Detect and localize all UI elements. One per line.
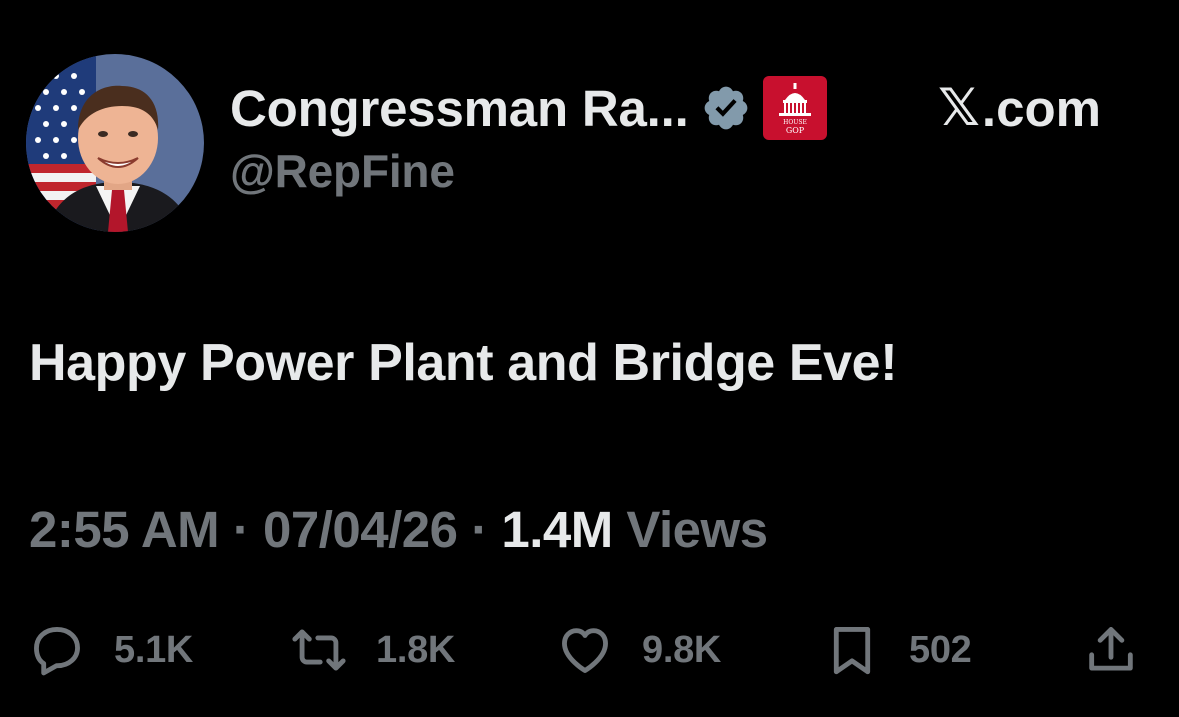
- repost-count: 1.8K: [376, 628, 456, 671]
- x-logo-icon: 𝕏: [938, 78, 980, 138]
- repost-button[interactable]: 1.8K: [290, 620, 455, 680]
- source-domain: .com: [981, 79, 1101, 137]
- reply-button[interactable]: 5.1K: [28, 620, 193, 680]
- tweet-time[interactable]: 2:55 AM: [29, 501, 220, 558]
- reply-count: 5.1K: [114, 628, 194, 671]
- share-icon: [1089, 627, 1133, 671]
- views-label: Views: [612, 501, 768, 558]
- meta-separator: ·: [219, 501, 263, 558]
- like-count: 9.8K: [642, 628, 722, 671]
- heart-icon: [562, 628, 608, 673]
- repost-icon: [292, 629, 346, 671]
- display-name[interactable]: Congressman Ra...: [230, 79, 689, 138]
- action-bar: 5.1K 1.8K 9.8K 502: [28, 620, 1148, 680]
- meta-separator: ·: [457, 501, 502, 558]
- verified-badge-icon[interactable]: [701, 83, 751, 133]
- svg-text:HOUSE: HOUSE: [783, 119, 807, 126]
- tweet-meta: 2:55 AM · 07/04/26 · 1.4M Views: [29, 500, 768, 559]
- name-row: Congressman Ra... HOUSE GOP: [230, 76, 827, 140]
- views-count: 1.4M: [501, 501, 613, 558]
- reply-icon: [34, 627, 80, 676]
- svg-text:GOP: GOP: [785, 126, 804, 135]
- tweet-date[interactable]: 07/04/26: [263, 501, 458, 558]
- bookmark-button[interactable]: 502: [823, 620, 972, 680]
- share-button[interactable]: [1082, 620, 1140, 680]
- tweet-card: Congressman Ra... HOUSE GOP @RepFine 𝕏 .…: [0, 0, 1179, 717]
- bookmark-icon: [833, 627, 871, 675]
- avatar[interactable]: [26, 54, 204, 232]
- source-label: 𝕏 .com: [938, 78, 1101, 138]
- tweet-text: Happy Power Plant and Bridge Eve!: [29, 334, 898, 392]
- handle[interactable]: @RepFine: [230, 144, 827, 198]
- avatar-photo: [26, 54, 204, 232]
- house-gop-badge[interactable]: HOUSE GOP: [762, 76, 827, 140]
- author-header: Congressman Ra... HOUSE GOP @RepFine: [230, 76, 827, 198]
- like-button[interactable]: 9.8K: [556, 620, 721, 680]
- bookmark-count: 502: [909, 628, 972, 671]
